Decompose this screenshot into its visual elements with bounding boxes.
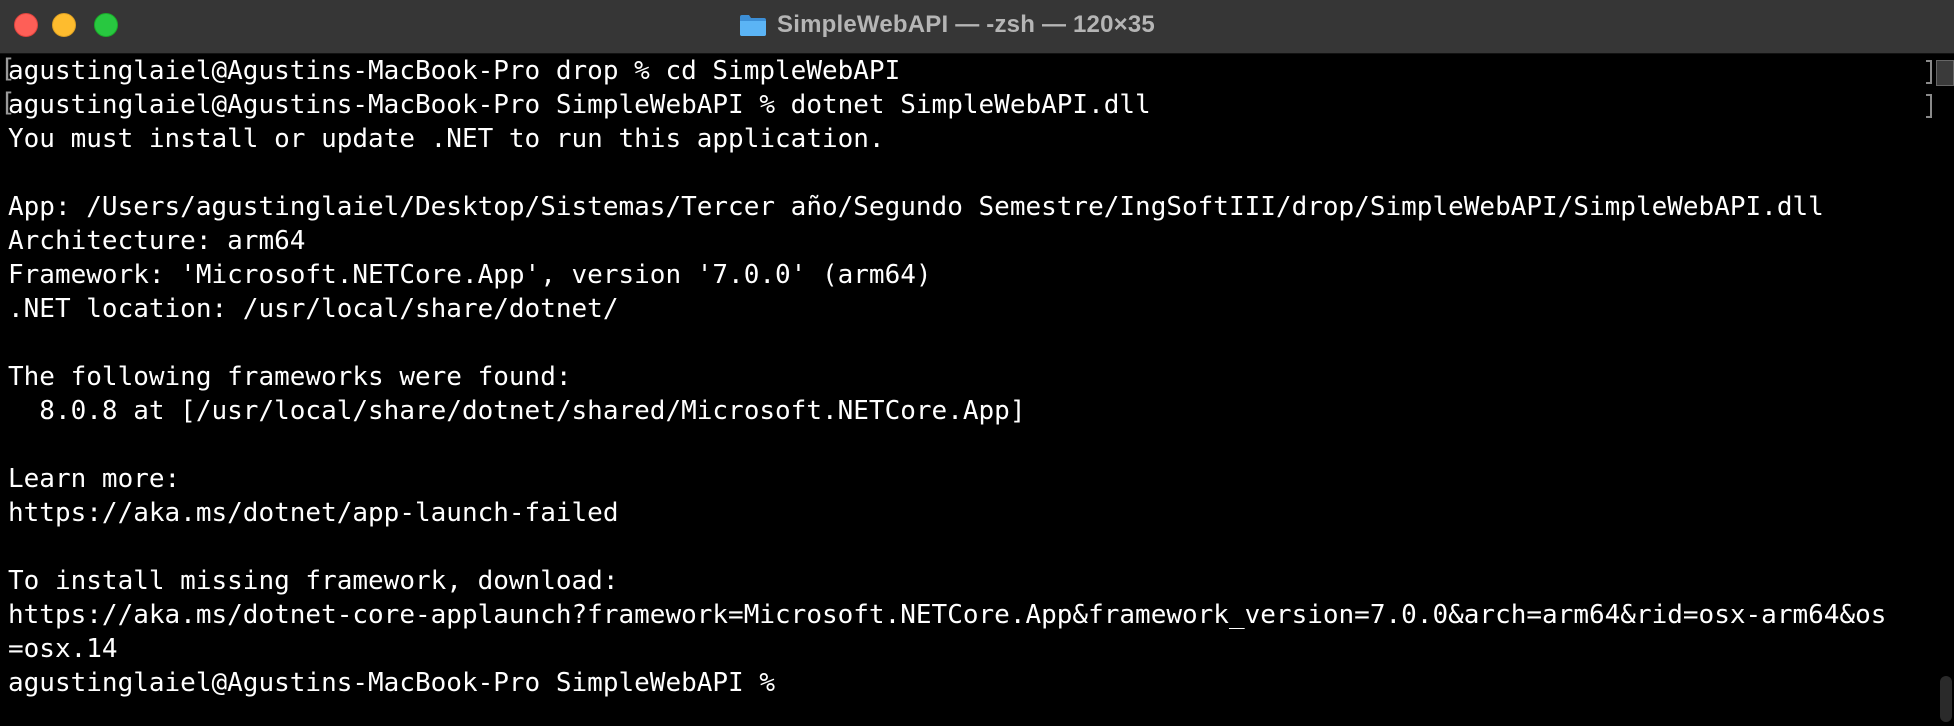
terminal-line: =osx.14 xyxy=(8,634,118,664)
terminal-line: To install missing framework, download: xyxy=(8,566,619,596)
terminal-output[interactable]: [ [ agustinglaiel@Agustins-MacBook-Pro d… xyxy=(0,54,1930,726)
terminal-line: The following frameworks were found: xyxy=(8,362,572,392)
terminal-line: https://aka.ms/dotnet-core-applaunch?fra… xyxy=(8,600,1887,630)
terminal-line: https://aka.ms/dotnet/app-launch-failed xyxy=(8,498,619,528)
terminal-line: .NET location: /usr/local/share/dotnet/ xyxy=(8,294,619,324)
bracket-mark-icon xyxy=(1926,94,1932,118)
window-title: SimpleWebAPI — -zsh — 120×35 xyxy=(777,11,1155,38)
title-area: SimpleWebAPI — -zsh — 120×35 xyxy=(0,0,1954,50)
bracket-mark-icon xyxy=(1926,60,1932,84)
line-mark-icon: [ xyxy=(0,54,16,84)
side-panel-handle[interactable] xyxy=(1936,60,1954,86)
terminal-line: Architecture: arm64 xyxy=(8,226,306,256)
terminal-line: 8.0.8 at [/usr/local/share/dotnet/shared… xyxy=(8,396,1026,426)
terminal-line: Framework: 'Microsoft.NETCore.App', vers… xyxy=(8,260,932,290)
terminal-line: agustinglaiel@Agustins-MacBook-Pro Simpl… xyxy=(8,668,791,698)
folder-icon xyxy=(739,13,767,37)
line-mark-icon: [ xyxy=(0,88,16,118)
terminal-line: You must install or update .NET to run t… xyxy=(8,124,885,154)
title-bar[interactable]: SimpleWebAPI — -zsh — 120×35 xyxy=(0,0,1954,54)
terminal-line: App: /Users/agustinglaiel/Desktop/Sistem… xyxy=(8,192,1824,222)
terminal-window: SimpleWebAPI — -zsh — 120×35 [ [ agustin… xyxy=(0,0,1954,726)
terminal-line: agustinglaiel@Agustins-MacBook-Pro Simpl… xyxy=(8,90,1151,120)
right-gutter xyxy=(1920,54,1954,726)
terminal-line: Learn more: xyxy=(8,464,181,494)
scrollbar[interactable] xyxy=(1940,676,1952,722)
terminal-line: agustinglaiel@Agustins-MacBook-Pro drop … xyxy=(8,56,901,86)
